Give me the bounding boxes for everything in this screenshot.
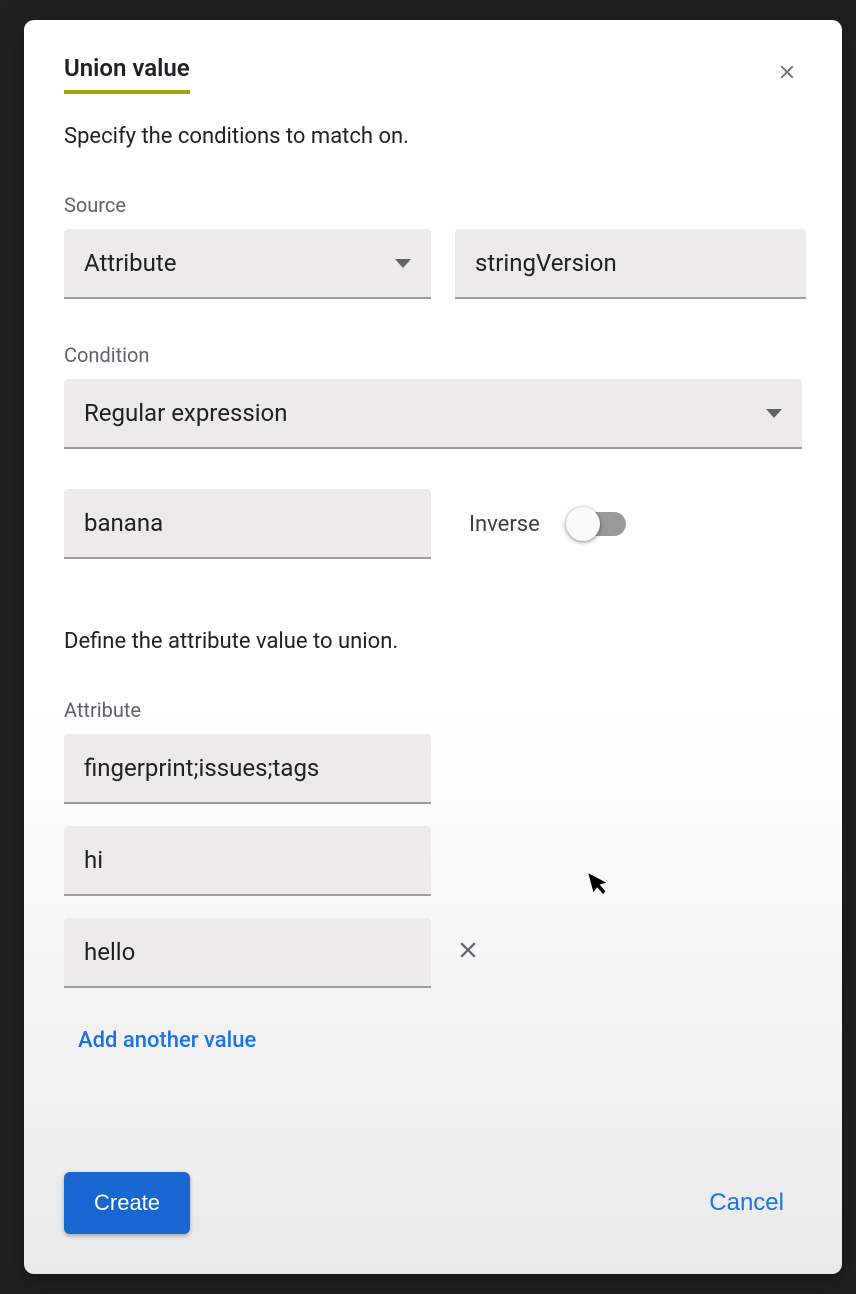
condition-select[interactable]: Regular expression: [64, 379, 802, 449]
source-type-select[interactable]: Attribute: [64, 229, 431, 299]
regex-value-input[interactable]: [64, 489, 431, 559]
attribute-value-input[interactable]: [64, 734, 431, 804]
add-another-value-link[interactable]: Add another value: [78, 1028, 802, 1053]
attribute-value-input[interactable]: [64, 918, 431, 988]
source-label: Source: [64, 193, 802, 217]
cancel-button[interactable]: Cancel: [691, 1179, 802, 1227]
chevron-down-icon: [395, 259, 411, 268]
union-description: Define the attribute value to union.: [64, 629, 802, 654]
inverse-label: Inverse: [469, 512, 540, 537]
source-value-input[interactable]: [455, 229, 806, 299]
remove-value-icon[interactable]: [455, 937, 481, 969]
toggle-knob: [566, 507, 600, 541]
create-button[interactable]: Create: [64, 1172, 190, 1234]
condition-value: Regular expression: [84, 399, 288, 427]
condition-label: Condition: [64, 343, 802, 367]
source-type-value: Attribute: [84, 249, 176, 277]
dialog-header: Union value: [64, 54, 802, 94]
attribute-label: Attribute: [64, 698, 802, 722]
inverse-toggle[interactable]: [568, 512, 626, 536]
union-value-dialog: Union value Specify the conditions to ma…: [24, 20, 842, 1274]
chevron-down-icon: [766, 409, 782, 418]
attribute-value-input[interactable]: [64, 826, 431, 896]
dialog-footer: Create Cancel: [64, 1132, 802, 1234]
close-icon[interactable]: [772, 56, 802, 92]
dialog-description: Specify the conditions to match on.: [64, 124, 802, 149]
dialog-title: Union value: [64, 54, 190, 94]
